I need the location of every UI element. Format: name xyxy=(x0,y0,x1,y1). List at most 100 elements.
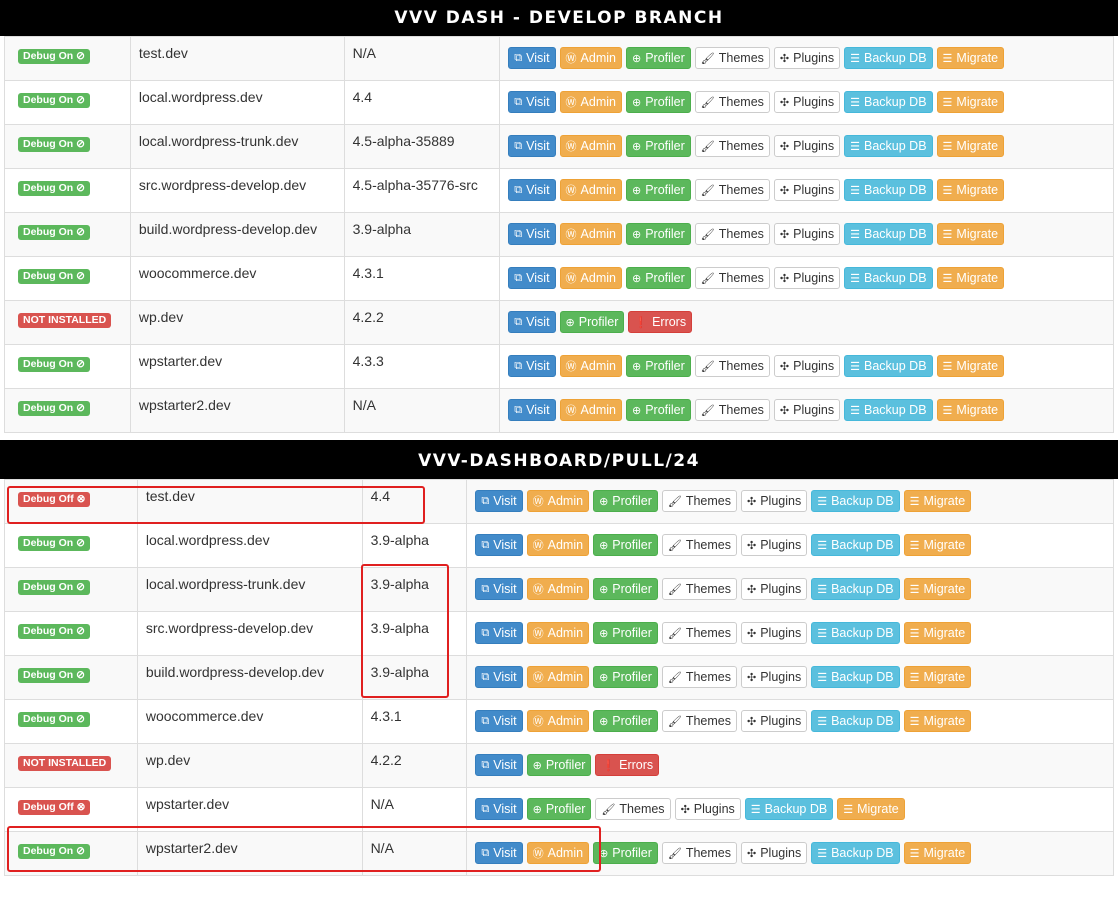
plugins-button[interactable]: ✣ Plugins xyxy=(674,798,741,820)
plugins-button[interactable]: ✣ Plugins xyxy=(773,135,841,157)
migrate-button[interactable]: ☰ Migrate xyxy=(936,179,1005,201)
admin-button[interactable]: Ⓦ Admin xyxy=(526,534,590,556)
visit-button[interactable]: ⧉ Visit xyxy=(475,710,523,732)
profiler-button[interactable]: ⊕ Profiler xyxy=(526,798,592,820)
migrate-button[interactable]: ☰ Migrate xyxy=(903,842,972,864)
errors-button[interactable]: ❗ Errors xyxy=(628,311,693,333)
migrate-button[interactable]: ☰ Migrate xyxy=(936,135,1005,157)
plugins-button[interactable]: ✣ Plugins xyxy=(773,223,841,245)
errors-button[interactable]: ❗ Errors xyxy=(595,754,660,776)
plugins-button[interactable]: ✣ Plugins xyxy=(741,842,808,864)
plugins-button[interactable]: ✣ Plugins xyxy=(741,710,808,732)
themes-button[interactable]: 🖌 Themes xyxy=(694,47,770,69)
profiler-button[interactable]: ⊕ Profiler xyxy=(625,91,691,113)
migrate-button[interactable]: ☰ Migrate xyxy=(903,578,972,600)
admin-button[interactable]: Ⓦ Admin xyxy=(526,490,590,512)
debug-toggle-badge[interactable]: Debug On ⊘ xyxy=(18,712,90,727)
plugins-button[interactable]: ✣ Plugins xyxy=(773,267,841,289)
plugins-button[interactable]: ✣ Plugins xyxy=(773,179,841,201)
admin-button[interactable]: Ⓦ Admin xyxy=(559,135,622,157)
migrate-button[interactable]: ☰ Migrate xyxy=(936,47,1005,69)
migrate-button[interactable]: ☰ Migrate xyxy=(936,91,1005,113)
admin-button[interactable]: Ⓦ Admin xyxy=(559,267,622,289)
profiler-button[interactable]: ⊕ Profiler xyxy=(625,355,691,377)
admin-button[interactable]: Ⓦ Admin xyxy=(559,91,622,113)
backup-db-button[interactable]: ☰ Backup DB xyxy=(811,534,900,556)
debug-toggle-badge[interactable]: Debug On ⊘ xyxy=(18,137,90,152)
themes-button[interactable]: 🖌 Themes xyxy=(595,798,671,820)
backup-db-button[interactable]: ☰ Backup DB xyxy=(844,267,933,289)
admin-button[interactable]: Ⓦ Admin xyxy=(559,355,622,377)
backup-db-button[interactable]: ☰ Backup DB xyxy=(844,179,933,201)
debug-toggle-badge[interactable]: Debug On ⊘ xyxy=(18,225,90,240)
visit-button[interactable]: ⧉ Visit xyxy=(508,179,556,201)
themes-button[interactable]: 🖌 Themes xyxy=(694,91,770,113)
debug-toggle-badge[interactable]: Debug On ⊘ xyxy=(18,401,90,416)
migrate-button[interactable]: ☰ Migrate xyxy=(903,490,972,512)
visit-button[interactable]: ⧉ Visit xyxy=(475,622,523,644)
debug-toggle-badge[interactable]: Debug On ⊘ xyxy=(18,580,90,595)
profiler-button[interactable]: ⊕ Profiler xyxy=(593,710,658,732)
profiler-button[interactable]: ⊕ Profiler xyxy=(593,842,658,864)
visit-button[interactable]: ⧉ Visit xyxy=(508,399,556,421)
debug-toggle-badge[interactable]: Debug On ⊘ xyxy=(18,269,90,284)
plugins-button[interactable]: ✣ Plugins xyxy=(741,490,808,512)
migrate-button[interactable]: ☰ Migrate xyxy=(837,798,905,820)
themes-button[interactable]: 🖌 Themes xyxy=(694,135,770,157)
visit-button[interactable]: ⧉ Visit xyxy=(508,355,556,377)
profiler-button[interactable]: ⊕ Profiler xyxy=(625,179,691,201)
admin-button[interactable]: Ⓦ Admin xyxy=(526,622,590,644)
themes-button[interactable]: 🖌 Themes xyxy=(661,666,737,688)
profiler-button[interactable]: ⊕ Profiler xyxy=(625,267,691,289)
themes-button[interactable]: 🖌 Themes xyxy=(661,578,737,600)
profiler-button[interactable]: ⊕ Profiler xyxy=(526,754,592,776)
admin-button[interactable]: Ⓦ Admin xyxy=(559,179,622,201)
plugins-button[interactable]: ✣ Plugins xyxy=(773,47,841,69)
visit-button[interactable]: ⧉ Visit xyxy=(475,578,523,600)
profiler-button[interactable]: ⊕ Profiler xyxy=(593,534,658,556)
themes-button[interactable]: 🖌 Themes xyxy=(694,267,770,289)
debug-toggle-badge[interactable]: Debug On ⊘ xyxy=(18,93,90,108)
plugins-button[interactable]: ✣ Plugins xyxy=(773,355,841,377)
plugins-button[interactable]: ✣ Plugins xyxy=(773,399,841,421)
admin-button[interactable]: Ⓦ Admin xyxy=(526,666,590,688)
visit-button[interactable]: ⧉ Visit xyxy=(475,798,523,820)
migrate-button[interactable]: ☰ Migrate xyxy=(903,710,972,732)
visit-button[interactable]: ⧉ Visit xyxy=(508,47,556,69)
plugins-button[interactable]: ✣ Plugins xyxy=(741,578,808,600)
backup-db-button[interactable]: ☰ Backup DB xyxy=(811,666,900,688)
migrate-button[interactable]: ☰ Migrate xyxy=(903,622,972,644)
backup-db-button[interactable]: ☰ Backup DB xyxy=(811,622,900,644)
themes-button[interactable]: 🖌 Themes xyxy=(694,223,770,245)
admin-button[interactable]: Ⓦ Admin xyxy=(559,47,622,69)
debug-toggle-badge[interactable]: Debug On ⊘ xyxy=(18,536,90,551)
backup-db-button[interactable]: ☰ Backup DB xyxy=(844,223,933,245)
backup-db-button[interactable]: ☰ Backup DB xyxy=(844,135,933,157)
backup-db-button[interactable]: ☰ Backup DB xyxy=(844,399,933,421)
plugins-button[interactable]: ✣ Plugins xyxy=(741,622,808,644)
backup-db-button[interactable]: ☰ Backup DB xyxy=(811,710,900,732)
backup-db-button[interactable]: ☰ Backup DB xyxy=(844,47,933,69)
plugins-button[interactable]: ✣ Plugins xyxy=(741,534,808,556)
themes-button[interactable]: 🖌 Themes xyxy=(661,490,737,512)
profiler-button[interactable]: ⊕ Profiler xyxy=(593,490,658,512)
debug-toggle-badge[interactable]: Debug On ⊘ xyxy=(18,357,90,372)
admin-button[interactable]: Ⓦ Admin xyxy=(559,399,622,421)
visit-button[interactable]: ⧉ Visit xyxy=(475,534,523,556)
admin-button[interactable]: Ⓦ Admin xyxy=(559,223,622,245)
backup-db-button[interactable]: ☰ Backup DB xyxy=(844,355,933,377)
themes-button[interactable]: 🖌 Themes xyxy=(661,842,737,864)
themes-button[interactable]: 🖌 Themes xyxy=(694,399,770,421)
profiler-button[interactable]: ⊕ Profiler xyxy=(559,311,625,333)
visit-button[interactable]: ⧉ Visit xyxy=(508,311,556,333)
visit-button[interactable]: ⧉ Visit xyxy=(508,223,556,245)
debug-toggle-badge[interactable]: Debug On ⊘ xyxy=(18,668,90,683)
debug-toggle-badge[interactable]: Debug On ⊘ xyxy=(18,181,90,196)
backup-db-button[interactable]: ☰ Backup DB xyxy=(811,490,900,512)
migrate-button[interactable]: ☰ Migrate xyxy=(936,355,1005,377)
profiler-button[interactable]: ⊕ Profiler xyxy=(625,47,691,69)
backup-db-button[interactable]: ☰ Backup DB xyxy=(844,91,933,113)
migrate-button[interactable]: ☰ Migrate xyxy=(936,399,1005,421)
debug-toggle-badge[interactable]: Debug On ⊘ xyxy=(18,49,90,64)
migrate-button[interactable]: ☰ Migrate xyxy=(903,534,972,556)
